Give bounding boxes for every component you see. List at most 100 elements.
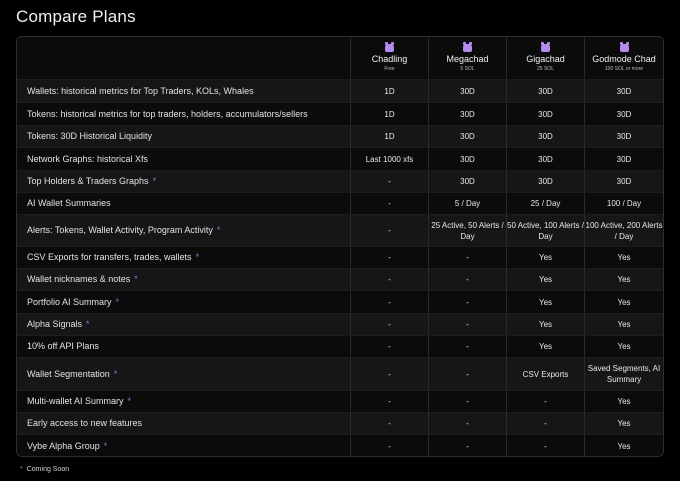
feature-label: Alerts: Tokens, Wallet Activity, Program… — [27, 225, 213, 235]
plan-value-cell: 30D — [506, 148, 584, 170]
footnote: * Coming Soon — [20, 466, 69, 473]
feature-label: Network Graphs: historical Xfs — [27, 153, 149, 164]
plan-value-cell: - — [350, 269, 428, 290]
table-row: Wallets: historical metrics for Top Trad… — [17, 80, 663, 103]
plan-value-cell: - — [506, 391, 584, 412]
plan-value-cell: 30D — [584, 103, 663, 125]
feature-cell: AI Wallet Summaries — [17, 193, 350, 214]
plan-name: Chadling — [371, 53, 408, 64]
feature-label: Wallet nicknames & notes — [27, 274, 131, 284]
feature-cell: Tokens: 30D Historical Liquidity — [17, 126, 350, 147]
feature-label: 10% off API Plans — [27, 341, 99, 351]
coming-soon-star: * — [127, 396, 132, 406]
feature-cell: Vybe Alpha Group * — [17, 435, 350, 456]
table-row: Tokens: 30D Historical Liquidity 1D 30D 30D… — [17, 126, 663, 148]
feature-label: Portfolio AI Summary — [27, 296, 112, 307]
feature-cell: Wallets: historical metrics for Top Trad… — [17, 80, 350, 102]
plan-value-cell: 30D — [584, 126, 663, 147]
plan-value-cell: 30D — [584, 148, 663, 170]
feature-cell: Wallet Segmentation * — [17, 358, 350, 390]
plan-value-cell: Yes — [584, 391, 663, 412]
table-row: CSV Exports for transfers, trades, walle… — [17, 247, 663, 269]
feature-label: Vybe Alpha Group — [27, 441, 100, 451]
plan-value-cell: - — [350, 413, 428, 434]
plan-value-cell: - — [350, 247, 428, 268]
plan-value-cell: - — [350, 193, 428, 214]
table-row: Top Holders & Traders Graphs * -30D 30D 30D — [17, 171, 663, 193]
coming-soon-star: * — [115, 296, 120, 307]
plan-name: Godmode Chad — [592, 53, 656, 64]
plan-value-cell: Yes — [506, 336, 584, 357]
plan-value-cell: 25 / Day — [506, 193, 584, 214]
plan-header-megachad: Megachad 5 SOL — [428, 37, 506, 79]
plan-value-cell: 30D — [428, 80, 506, 102]
plan-price: 100 SOL or more — [604, 65, 644, 72]
table-row: Portfolio AI Summary * - - Yes Yes — [17, 291, 663, 314]
page-title: Compare Plans — [16, 7, 136, 26]
table-row: Multi-wallet AI Summary * - - - Yes — [17, 391, 663, 413]
plan-value-cell: - — [350, 391, 428, 412]
plan-value-cell: 50 Active, 100 Alerts / Day — [506, 215, 584, 246]
table-row: Tokens: historical metrics for top trade… — [17, 103, 663, 126]
table-row: 10% off API Plans - - Yes Yes — [17, 336, 663, 358]
coming-soon-star: * — [216, 225, 221, 235]
table-row: Network Graphs: historical Xfs Last 1000 … — [17, 148, 663, 171]
plan-value-cell: - — [428, 435, 506, 456]
plan-value-cell: 30D — [506, 126, 584, 147]
coming-soon-star: * — [195, 252, 200, 262]
plan-name: Gigachad — [526, 53, 565, 64]
table-row: Alpha Signals * - - Yes Yes — [17, 314, 663, 336]
plan-value-cell: 1D — [350, 80, 428, 102]
pepe-frog-icon — [541, 41, 550, 52]
plan-value-cell: 30D — [506, 103, 584, 125]
plan-header-chadling: Chadling Free — [350, 37, 428, 79]
plan-value-cell: - — [428, 358, 506, 390]
plan-value-cell: Yes — [506, 247, 584, 268]
feature-cell: Network Graphs: historical Xfs — [17, 148, 350, 170]
feature-cell: Tokens: historical metrics for top trade… — [17, 103, 350, 125]
coming-soon-star: * — [86, 319, 90, 329]
plan-header-godmode-chad: Godmode Chad 100 SOL or more — [584, 37, 663, 79]
plan-value-cell: - — [506, 413, 584, 434]
plan-value-cell: - — [506, 435, 584, 456]
table-row: AI Wallet Summaries -5 / Day 25 / Day 100 /… — [17, 193, 663, 215]
feature-cell: Alerts: Tokens, Wallet Activity, Program… — [17, 215, 350, 246]
feature-label: AI Wallet Summaries — [27, 198, 111, 208]
plan-value-cell: - — [428, 269, 506, 290]
footnote-text: Coming Soon — [26, 466, 70, 473]
feature-cell: Top Holders & Traders Graphs * — [17, 171, 350, 192]
feature-cell: Alpha Signals * — [17, 314, 350, 335]
plan-value-cell: - — [428, 247, 506, 268]
coming-soon-star: * — [113, 368, 118, 379]
plan-value-cell: - — [428, 314, 506, 335]
plan-price: 25 SOL — [537, 65, 554, 72]
plan-value-cell: - — [350, 171, 428, 192]
plan-value-cell: 30D — [506, 80, 584, 102]
plan-value-cell: - — [350, 314, 428, 335]
plan-value-cell: 30D — [584, 80, 663, 102]
plan-value-cell: 1D — [350, 126, 428, 147]
plan-value-cell: 5 / Day — [428, 193, 506, 214]
feature-cell: Portfolio AI Summary * — [17, 291, 350, 313]
table-row: Wallet nicknames & notes * - - Yes Yes — [17, 269, 663, 291]
table-body: Wallets: historical metrics for Top Trad… — [17, 80, 663, 456]
feature-label: Tokens: historical metrics for top trade… — [27, 108, 308, 119]
feature-label: Wallets: historical metrics for Top Trad… — [27, 85, 254, 96]
plan-value-cell: 30D — [428, 148, 506, 170]
compare-plans-table: Chadling Free Megachad 5 SOL Gigachad 25… — [16, 36, 664, 457]
coming-soon-star: * — [134, 274, 138, 284]
plan-value-cell: CSV Exports — [506, 358, 584, 390]
feature-cell: 10% off API Plans — [17, 336, 350, 357]
plan-value-cell: Yes — [506, 291, 584, 313]
plan-value-cell: Yes — [584, 435, 663, 456]
plan-value-cell: Saved Segments, AI Summary — [584, 358, 663, 390]
plan-value-cell: - — [350, 291, 428, 313]
plan-value-cell: 30D — [428, 126, 506, 147]
plan-value-cell: 100 / Day — [584, 193, 663, 214]
plan-value-cell: - — [350, 358, 428, 390]
feature-cell: Early access to new features — [17, 413, 350, 434]
plan-name: Megachad — [446, 53, 489, 64]
plan-value-cell: - — [350, 215, 428, 246]
feature-cell: CSV Exports for transfers, trades, walle… — [17, 247, 350, 268]
plan-header-gigachad: Gigachad 25 SOL — [506, 37, 584, 79]
